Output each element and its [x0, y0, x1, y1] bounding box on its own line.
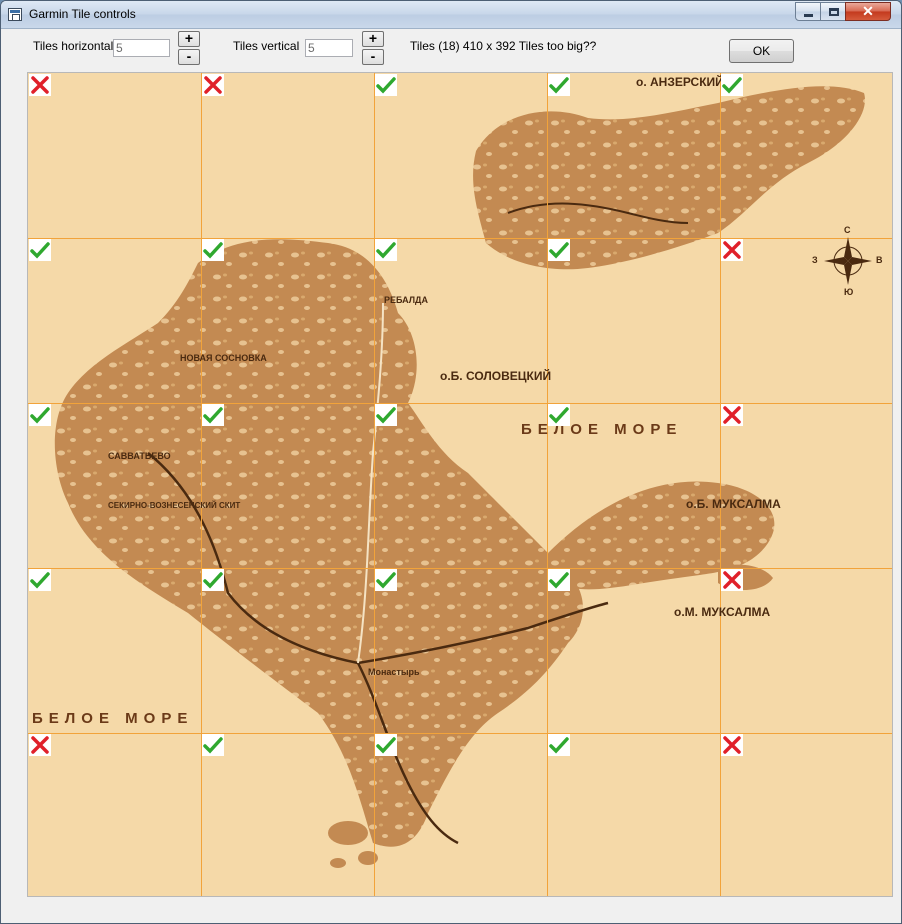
compass-n: С	[844, 225, 851, 235]
grid-line-h2	[28, 403, 892, 404]
tile-ok-check-icon[interactable]	[29, 404, 51, 426]
tile-rejected-cross-icon[interactable]	[721, 569, 743, 591]
tile-ok-check-icon[interactable]	[721, 74, 743, 96]
grid-line-h4	[28, 733, 892, 734]
title-bar[interactable]: Garmin Tile controls ✕	[1, 1, 901, 29]
tiles-info-text: Tiles (18) 410 x 392 Tiles too big??	[410, 39, 597, 53]
label-savvatievo: САВВАТЬЕВО	[108, 451, 171, 461]
tiles-horizontal-minus-button[interactable]: -	[178, 49, 200, 65]
tiles-vertical-label: Tiles vertical	[233, 39, 300, 53]
tile-rejected-cross-icon[interactable]	[721, 239, 743, 261]
tile-rejected-cross-icon[interactable]	[721, 734, 743, 756]
tile-ok-check-icon[interactable]	[548, 569, 570, 591]
label-rebalda: РЕБАЛДА	[384, 295, 428, 305]
compass-s: Ю	[844, 287, 854, 297]
grid-line-h1	[28, 238, 892, 239]
tile-ok-check-icon[interactable]	[375, 74, 397, 96]
tile-ok-check-icon[interactable]	[548, 404, 570, 426]
tile-ok-check-icon[interactable]	[375, 239, 397, 261]
label-solovetsky: о.Б. СОЛОВЕЦКИЙ	[440, 369, 552, 383]
grid-line-v1	[201, 73, 202, 896]
tile-rejected-cross-icon[interactable]	[721, 404, 743, 426]
tile-ok-check-icon[interactable]	[548, 239, 570, 261]
label-muksalma-big: о.Б. МУКСАЛМА	[686, 497, 781, 511]
tile-ok-check-icon[interactable]	[202, 569, 224, 591]
tile-ok-check-icon[interactable]	[29, 569, 51, 591]
tiles-horizontal-input[interactable]	[113, 39, 170, 57]
maximize-icon	[829, 8, 839, 16]
label-nov-sosnovka: НОВАЯ СОСНОВКА	[180, 353, 267, 363]
map-preview[interactable]: о. АНЗЕРСКИЙ о.Б. СОЛОВЕЦКИЙ БЕЛОЕ МОРЕ …	[27, 72, 893, 897]
garmin-tile-window: Garmin Tile controls ✕ Tiles horizontal …	[0, 0, 902, 924]
tiles-vertical-plus-button[interactable]: +	[362, 31, 384, 47]
tile-ok-check-icon[interactable]	[375, 569, 397, 591]
label-muksalma-small: о.М. МУКСАЛМА	[674, 605, 771, 619]
tile-rejected-cross-icon[interactable]	[29, 74, 51, 96]
tile-ok-check-icon[interactable]	[202, 734, 224, 756]
compass-w: З	[812, 255, 818, 265]
tiles-horizontal-label: Tiles horizontal	[33, 39, 114, 53]
close-icon: ✕	[862, 3, 874, 19]
label-anzer: о. АНЗЕРСКИЙ	[636, 75, 724, 89]
map-terrain	[54, 86, 865, 868]
close-button[interactable]: ✕	[845, 2, 891, 21]
tile-ok-check-icon[interactable]	[375, 734, 397, 756]
label-monastery: Монастырь	[368, 667, 420, 677]
ok-button[interactable]: OK	[729, 39, 794, 63]
app-window-icon	[8, 8, 22, 21]
minimize-icon	[804, 14, 813, 17]
grid-line-h3	[28, 568, 892, 569]
tiles-vertical-input[interactable]	[305, 39, 353, 57]
window-title: Garmin Tile controls	[29, 7, 136, 21]
tile-rejected-cross-icon[interactable]	[29, 734, 51, 756]
label-white-sea-2: БЕЛОЕ МОРЕ	[32, 710, 194, 727]
tile-ok-check-icon[interactable]	[202, 239, 224, 261]
tile-rejected-cross-icon[interactable]	[202, 74, 224, 96]
minimize-button[interactable]	[795, 2, 821, 21]
tile-ok-check-icon[interactable]	[548, 734, 570, 756]
grid-line-v3	[547, 73, 548, 896]
tile-ok-check-icon[interactable]	[29, 239, 51, 261]
label-white-sea-1: БЕЛОЕ МОРЕ	[521, 421, 683, 438]
label-sekirna: СЕКИРНО-ВОЗНЕСЕНСКИЙ СКИТ	[108, 501, 241, 510]
maximize-button[interactable]	[820, 2, 846, 21]
tiles-vertical-minus-button[interactable]: -	[362, 49, 384, 65]
compass-e: В	[876, 255, 883, 265]
tile-ok-check-icon[interactable]	[375, 404, 397, 426]
tile-ok-check-icon[interactable]	[202, 404, 224, 426]
grid-line-v2	[374, 73, 375, 896]
grid-line-v4	[720, 73, 721, 896]
window-bottom-area	[1, 899, 901, 923]
tile-ok-check-icon[interactable]	[548, 74, 570, 96]
compass-rose-icon: С Ю З В	[812, 225, 883, 297]
tiles-horizontal-plus-button[interactable]: +	[178, 31, 200, 47]
